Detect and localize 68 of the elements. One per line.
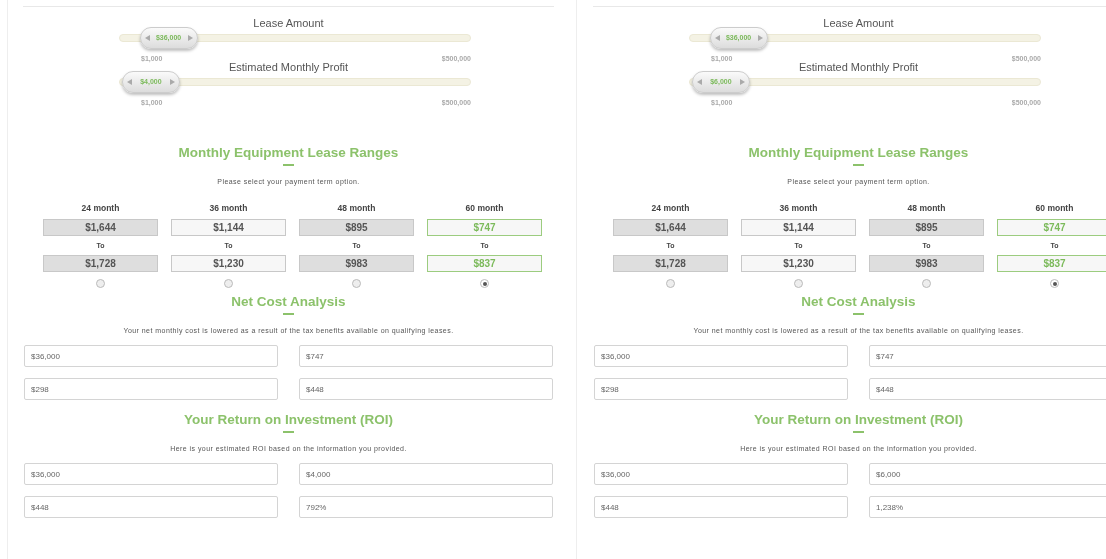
- section-heading: Monthly Equipment Lease Ranges: [747, 145, 970, 161]
- price-box[interactable]: $1,144: [741, 219, 856, 236]
- right-arrow-icon: [757, 35, 763, 41]
- radio-button[interactable]: [1050, 279, 1059, 288]
- left-arrow-icon: [714, 35, 720, 41]
- right-arrow-icon: [169, 79, 175, 85]
- input-field[interactable]: $747: [299, 345, 553, 367]
- right-arrow-icon: [739, 79, 745, 85]
- price-box[interactable]: $1,144: [171, 219, 286, 236]
- radio-button[interactable]: [480, 279, 489, 288]
- heading-underline: [283, 313, 294, 315]
- slider-label: Estimated Monthly Profit: [227, 60, 350, 74]
- section-heading: Your Return on Investment (ROI): [183, 412, 394, 428]
- input-field[interactable]: $36,000: [594, 463, 848, 485]
- input-field[interactable]: $36,000: [24, 463, 278, 485]
- price-box[interactable]: $983: [869, 255, 984, 272]
- input-field[interactable]: $6,000: [869, 463, 1106, 485]
- input-field[interactable]: 1,238%: [869, 496, 1106, 518]
- price-box[interactable]: $1,230: [171, 255, 286, 272]
- left-arrow-icon: [696, 79, 702, 85]
- input-field[interactable]: $747: [869, 345, 1106, 367]
- price-box[interactable]: $895: [869, 219, 984, 236]
- section-heading: Monthly Equipment Lease Ranges: [177, 145, 400, 161]
- term-label: 60 month: [464, 203, 505, 214]
- heading-underline: [853, 164, 864, 166]
- term-label: 48 month: [906, 203, 947, 214]
- price-box[interactable]: $1,728: [613, 255, 728, 272]
- term-label: 36 month: [208, 203, 249, 214]
- heading-underline: [283, 431, 294, 433]
- input-field[interactable]: 792%: [299, 496, 553, 518]
- price-box[interactable]: $1,644: [613, 219, 728, 236]
- heading-underline: [853, 313, 864, 315]
- input-field[interactable]: $448: [24, 496, 278, 518]
- radio-button[interactable]: [666, 279, 675, 288]
- term-label: 48 month: [336, 203, 377, 214]
- price-box[interactable]: $1,728: [43, 255, 158, 272]
- radio-button[interactable]: [96, 279, 105, 288]
- input-field[interactable]: $36,000: [594, 345, 848, 367]
- input-field[interactable]: $36,000: [24, 345, 278, 367]
- radio-button[interactable]: [224, 279, 233, 288]
- heading-underline: [853, 431, 864, 433]
- heading-underline: [283, 164, 294, 166]
- radio-button[interactable]: [922, 279, 931, 288]
- section-heading: Net Cost Analysis: [800, 294, 917, 310]
- right-arrow-icon: [187, 35, 193, 41]
- input-field[interactable]: $448: [594, 496, 848, 518]
- term-label: 24 month: [80, 203, 121, 214]
- radio-button[interactable]: [352, 279, 361, 288]
- input-field[interactable]: $448: [869, 378, 1106, 400]
- price-box[interactable]: $1,644: [43, 219, 158, 236]
- input-field[interactable]: $4,000: [299, 463, 553, 485]
- slider-label: Lease Amount: [822, 16, 895, 30]
- input-field[interactable]: $298: [24, 378, 278, 400]
- slider-label: Estimated Monthly Profit: [797, 60, 920, 74]
- price-box[interactable]: $983: [299, 255, 414, 272]
- radio-button[interactable]: [794, 279, 803, 288]
- input-field[interactable]: $298: [594, 378, 848, 400]
- section-heading: Your Return on Investment (ROI): [753, 412, 964, 428]
- left-arrow-icon: [126, 79, 132, 85]
- left-arrow-icon: [144, 35, 150, 41]
- price-box[interactable]: $1,230: [741, 255, 856, 272]
- price-box[interactable]: $895: [299, 219, 414, 236]
- input-field[interactable]: $448: [299, 378, 553, 400]
- term-label: 24 month: [650, 203, 691, 214]
- slider-label: Lease Amount: [252, 16, 325, 30]
- term-label: 60 month: [1034, 203, 1075, 214]
- section-heading: Net Cost Analysis: [230, 294, 347, 310]
- term-label: 36 month: [778, 203, 819, 214]
